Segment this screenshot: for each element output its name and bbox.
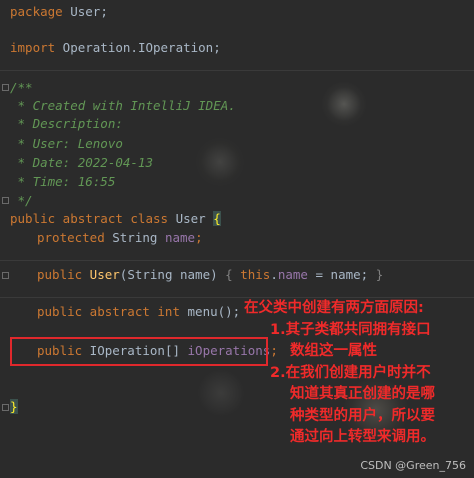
package-name: User;: [62, 4, 108, 19]
blurred-light-spot: [196, 138, 244, 186]
doc-comment-close[interactable]: */: [10, 191, 33, 211]
doc-comment-description[interactable]: * Description:: [10, 114, 123, 134]
semicolon: ;: [195, 230, 203, 245]
watermark: CSDN @Green_756: [360, 459, 466, 472]
keyword: public: [37, 267, 83, 282]
doc-comment-time[interactable]: * Time: 16:55: [10, 172, 116, 192]
method-separator: [0, 260, 474, 261]
annotation-line: 2.在我们创建用户时并不: [270, 364, 431, 381]
keyword: protected: [37, 230, 105, 245]
doc-comment-user[interactable]: * User: Lenovo: [10, 134, 123, 154]
field-name: name: [277, 267, 308, 282]
annotation-note: 在父类中创建有两方面原因: 1.其子类都共同拥有接口 数组这一属性 2.在我们创…: [244, 298, 470, 449]
annotation-line: 在父类中创建有两方面原因:: [244, 300, 424, 316]
dot: .: [270, 267, 278, 282]
type-name: String: [104, 230, 165, 245]
blurred-light-spot: [198, 370, 244, 416]
doc-comment-open[interactable]: /**: [10, 78, 33, 98]
doc-comment-date[interactable]: * Date: 2022-04-13: [10, 153, 153, 173]
keyword: package: [10, 4, 63, 19]
parameter-list: (String name): [119, 267, 226, 282]
field-name: name: [164, 230, 196, 245]
annotation-line: 通过向上转型来调用。: [290, 429, 435, 445]
matched-brace: {: [213, 211, 221, 226]
fold-marker-icon[interactable]: [2, 272, 9, 279]
annotation-line: 1.其子类都共同拥有接口: [270, 321, 431, 338]
code-line-constructor[interactable]: public User(String name) { this.name = n…: [37, 265, 383, 285]
annotation-line: 知道其真正创建的是哪: [290, 386, 435, 402]
code-line-class-decl[interactable]: public abstract class User {: [10, 209, 221, 229]
fold-marker-icon[interactable]: [2, 197, 9, 204]
brace: {: [225, 267, 233, 282]
keyword: public abstract class: [10, 211, 169, 226]
keyword: public abstract int: [37, 304, 180, 319]
code-line-field[interactable]: protected String name;: [37, 228, 203, 248]
method-separator: [0, 70, 474, 71]
brace: }: [375, 267, 384, 282]
annotation-highlight-box: [10, 337, 268, 366]
code-editor[interactable]: package User; import Operation.IOperatio…: [0, 0, 474, 478]
code-line-class-close[interactable]: }: [10, 397, 18, 417]
keyword: import: [10, 40, 56, 55]
keyword: this: [232, 267, 271, 282]
code-line-package[interactable]: package User;: [10, 2, 108, 22]
blurred-light-spot: [322, 82, 366, 126]
matched-brace: }: [10, 399, 18, 414]
annotation-line: 数组这一属性: [290, 343, 377, 359]
code-line-import[interactable]: import Operation.IOperation;: [10, 38, 221, 58]
annotation-line: 种类型的用户，所以要: [290, 407, 435, 424]
fold-marker-icon[interactable]: [2, 84, 9, 91]
fold-marker-icon[interactable]: [2, 404, 9, 411]
import-name: Operation.IOperation;: [55, 40, 221, 55]
doc-comment-created[interactable]: * Created with IntelliJ IDEA.: [10, 96, 236, 116]
class-name: User: [168, 211, 214, 226]
constructor-name: User: [82, 267, 120, 282]
assignment: = name;: [307, 267, 376, 282]
method-signature: menu();: [180, 304, 241, 319]
code-line-menu[interactable]: public abstract int menu();: [37, 302, 240, 322]
